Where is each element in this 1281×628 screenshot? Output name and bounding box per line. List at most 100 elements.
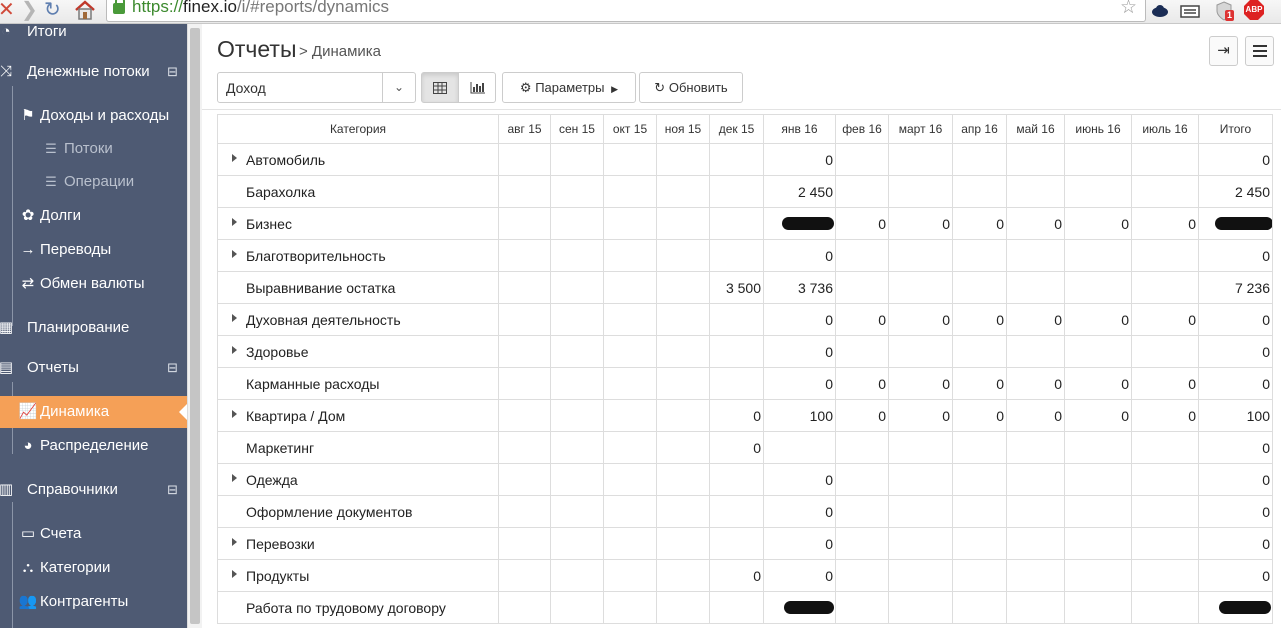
table-view-button[interactable] xyxy=(421,72,459,103)
sidebar-item-transfers[interactable]: → Переводы xyxy=(0,234,187,266)
category-label: Бизнес xyxy=(246,215,292,232)
address-bar[interactable]: https://finex.io/i/#reports/dynamics ☆ xyxy=(106,0,1146,22)
category-cell[interactable]: Здоровье xyxy=(217,335,499,368)
table-row[interactable]: Оформление документов 0 0 xyxy=(217,495,1273,528)
collapse-toggle-icon[interactable]: ⊟ xyxy=(167,352,178,384)
table-row[interactable]: Барахолка 2 450 2 450 xyxy=(217,175,1273,208)
sidebar-item-cashflows[interactable]: ⤨ Денежные потоки ⊟ xyxy=(0,56,187,88)
value-cell xyxy=(1006,431,1065,464)
expand-caret-icon[interactable] xyxy=(232,346,237,354)
bookmark-star-icon[interactable]: ☆ xyxy=(1120,0,1137,19)
table-row[interactable]: Выравнивание остатка 3 500 3 736 7 236 xyxy=(217,271,1273,304)
value-cell xyxy=(498,207,551,240)
value-cell xyxy=(1006,175,1065,208)
list-icon: ☰ xyxy=(45,141,57,156)
adblock-icon[interactable]: ABP xyxy=(1244,0,1264,20)
menu-button[interactable] xyxy=(1245,36,1274,66)
table-row[interactable]: Здоровье 0 0 xyxy=(217,335,1273,368)
table-row[interactable]: Бизнес0000000 xyxy=(217,207,1273,240)
table-row[interactable]: Работа по трудовому договору xyxy=(217,591,1273,624)
table-row[interactable]: Маркетинг 0 0 xyxy=(217,431,1273,464)
sidebar-scrollbar[interactable] xyxy=(187,24,202,628)
sidebar-item-debts[interactable]: ✿ Долги xyxy=(0,200,187,232)
sidebar-item-exchange[interactable]: ⇄ Обмен валюты xyxy=(0,268,187,300)
sidebar-item-flows[interactable]: ☰ Потоки xyxy=(0,133,187,165)
value-cell xyxy=(709,495,764,528)
back-icon[interactable]: ✕ xyxy=(0,0,15,22)
value-cell xyxy=(835,143,889,176)
table-row[interactable]: Карманные расходы 0 0 0 0 0 0 0 0 xyxy=(217,367,1273,400)
sidebar-item-operations[interactable]: ☰ Операции xyxy=(0,166,187,198)
value-cell xyxy=(1198,207,1273,240)
category-cell[interactable]: Благотворительность xyxy=(217,239,499,272)
value-cell xyxy=(498,431,551,464)
sidebar-item-references[interactable]: ▥ Справочники ⊟ xyxy=(0,474,187,506)
category-cell[interactable]: Квартира / Дом xyxy=(217,399,499,432)
value-cell xyxy=(656,591,710,624)
category-cell[interactable]: Продукты xyxy=(217,559,499,592)
sidebar-item-categories[interactable]: ⛬ Категории xyxy=(0,552,187,584)
value-cell xyxy=(656,495,710,528)
scrollbar-thumb[interactable] xyxy=(190,28,200,624)
category-cell[interactable]: Бизнес xyxy=(217,207,499,240)
expand-caret-icon[interactable] xyxy=(232,154,237,162)
expand-caret-icon[interactable] xyxy=(232,538,237,546)
value-cell xyxy=(498,175,551,208)
value-cell: 0 xyxy=(709,559,764,592)
sidebar-item-dynamics[interactable]: 📈 Динамика xyxy=(0,396,187,428)
value-cell: 3 500 xyxy=(709,271,764,304)
expand-caret-icon[interactable] xyxy=(232,474,237,482)
sidebar-item-distribution[interactable]: ◕ Распределение xyxy=(0,430,187,462)
expand-caret-icon[interactable] xyxy=(232,314,237,322)
value-cell xyxy=(656,367,710,400)
expand-caret-icon[interactable] xyxy=(232,218,237,226)
category-cell[interactable]: Духовная деятельность xyxy=(217,303,499,336)
sidebar-item-income-expense[interactable]: ⚑ Доходы и расходы xyxy=(0,100,187,132)
category-cell[interactable]: Перевозки xyxy=(217,527,499,560)
table-row[interactable]: Благотворительность 0 0 xyxy=(217,239,1273,272)
logout-button[interactable]: ⇥ xyxy=(1209,36,1238,66)
parameters-button[interactable]: ⚙ Параметры ▶ xyxy=(502,72,636,103)
value-cell xyxy=(709,367,764,400)
sidebar-item-accounts[interactable]: ▭ Счета xyxy=(0,518,187,550)
value-cell xyxy=(888,527,953,560)
sidebar-item-planning[interactable]: ▦ Планирование xyxy=(0,312,187,344)
category-cell[interactable]: Автомобиль xyxy=(217,143,499,176)
chart-view-button[interactable] xyxy=(458,72,496,103)
table-row[interactable]: Одежда 0 0 xyxy=(217,463,1273,496)
collapse-toggle-icon[interactable]: ⊟ xyxy=(167,56,178,88)
cloud-extension-icon[interactable] xyxy=(1150,0,1170,22)
table-row[interactable]: Квартира / Дом 0 100 0 0 0 0 0 0 100 xyxy=(217,399,1273,432)
value-cell: 0 xyxy=(1064,207,1132,240)
mail-extension-icon[interactable] xyxy=(1180,0,1200,22)
table-row[interactable]: Духовная деятельность 0 0 0 0 0 0 0 0 xyxy=(217,303,1273,336)
sidebar-item-summary[interactable]: ◔ Итоги xyxy=(0,24,187,48)
table-row[interactable]: Продукты 0 0 0 xyxy=(217,559,1273,592)
refresh-button[interactable]: ↻ Обновить xyxy=(639,72,743,103)
value-cell: 0 xyxy=(1006,399,1065,432)
category-cell[interactable]: Одежда xyxy=(217,463,499,496)
reload-icon[interactable]: ↻ xyxy=(44,0,61,22)
flag-icon: ⚑ xyxy=(21,107,35,124)
value-cell xyxy=(603,527,657,560)
value-cell xyxy=(603,239,657,272)
category-label: Духовная деятельность xyxy=(246,311,401,328)
value-cell xyxy=(603,431,657,464)
value-cell xyxy=(1131,175,1199,208)
report-type-select[interactable]: Доход ⌄ xyxy=(217,72,416,103)
gear-icon: ⚙ xyxy=(519,80,532,95)
table-row[interactable]: Перевозки 0 0 xyxy=(217,527,1273,560)
expand-caret-icon[interactable] xyxy=(232,250,237,258)
value-cell: 0 xyxy=(1198,143,1273,176)
column-header: май 16 xyxy=(1006,114,1065,144)
expand-caret-icon[interactable] xyxy=(232,570,237,578)
forward-icon[interactable]: ❯ xyxy=(21,0,38,22)
sidebar-item-reports[interactable]: ▤ Отчеты ⊟ xyxy=(0,352,187,384)
expand-caret-icon[interactable] xyxy=(232,410,237,418)
value-cell: 0 xyxy=(1198,303,1273,336)
value-cell xyxy=(709,303,764,336)
table-row[interactable]: Автомобиль 0 0 xyxy=(217,143,1273,176)
sidebar-item-contractors[interactable]: 👥 Контрагенты xyxy=(0,586,187,618)
collapse-toggle-icon[interactable]: ⊟ xyxy=(167,474,178,506)
home-icon[interactable] xyxy=(74,0,96,21)
